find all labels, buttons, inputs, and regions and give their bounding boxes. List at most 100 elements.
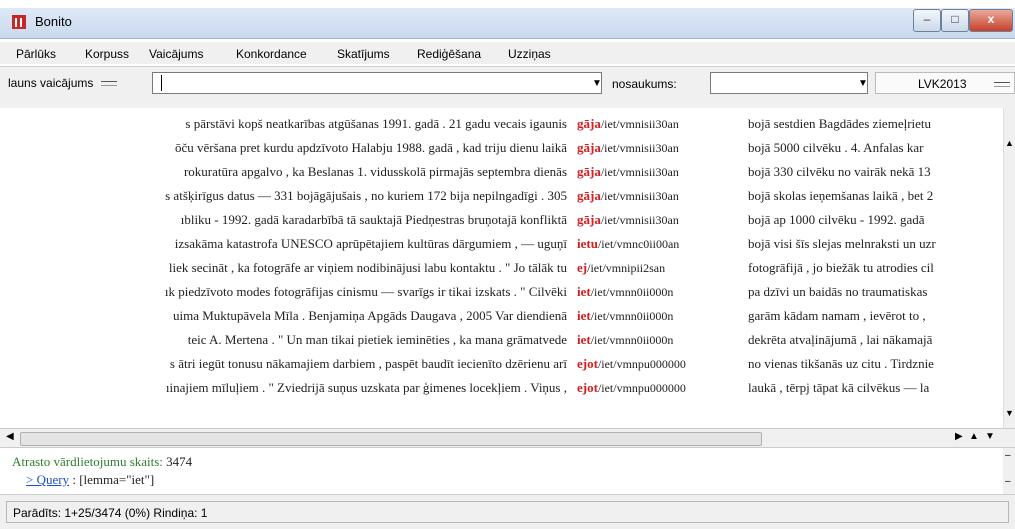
menu-konkordance[interactable]: Konkordance — [236, 47, 307, 61]
corpus-label: LVK2013 — [918, 77, 967, 91]
right-context: no vienas tikšanās uz citu . Tirdznie — [748, 356, 934, 371]
menu-parluks[interactable]: Pārlūks — [16, 47, 56, 61]
keyword[interactable]: gāja — [577, 140, 601, 155]
scroll-left-arrow-icon[interactable]: ◀ — [6, 431, 14, 442]
right-context: pa dzīvi un baidās no traumatiskas — [748, 284, 928, 299]
right-context: bojā visi šīs slejas melnraksti un uzr — [748, 236, 936, 251]
page-right-icon[interactable]: ▶ — [955, 431, 963, 442]
keyword-cell[interactable]: ej/iet/vmnipii2san — [577, 260, 665, 276]
bonito-app-icon — [12, 15, 26, 29]
maximize-icon[interactable]: □ — [941, 9, 969, 32]
keyword-cell[interactable]: gāja/iet/vmnisii30an — [577, 116, 679, 132]
keyword-tag: /iet/vmnisii30an — [600, 213, 679, 227]
keyword[interactable]: gāja — [577, 164, 601, 179]
keyword-tag: /iet/vmnn0ii000n — [590, 333, 674, 347]
query-type-selector[interactable]: launs vaicājums — [8, 76, 117, 90]
keyword[interactable]: gāja — [577, 188, 601, 203]
menu-korpuss[interactable]: Korpuss — [85, 47, 129, 61]
menu-vaicajums[interactable]: Vaicājums — [149, 47, 203, 61]
title-bar — [0, 8, 1015, 39]
left-context: s pārstāvi kopš neatkarības atgūšanas 19… — [185, 116, 567, 131]
scroll-up-arrow-icon[interactable]: ▲ — [1005, 138, 1014, 148]
concordance-horizontal-scrollbar[interactable]: ◀ ▶ ▲ ▼ — [0, 428, 1015, 448]
corpus-dropdown-icon — [994, 82, 1010, 87]
left-context: teic A. Mertena . " Un man tikai pietiek… — [187, 332, 567, 347]
keyword[interactable]: ejot — [577, 380, 598, 395]
concordance-row[interactable]: ık piedzīvoto modes fotogrāfijas cinismu… — [0, 282, 1003, 304]
query-input[interactable] — [152, 72, 602, 94]
right-context: bojā ap 1000 cilvēku - 1992. gadā — [748, 212, 925, 227]
keyword[interactable]: gāja — [577, 116, 601, 131]
concordance-row[interactable]: rokuratūra apgalvo , ka Beslanas 1. vidu… — [0, 162, 1003, 184]
right-context: laukā , tērpj tāpat kā cilvēkus — la — [748, 380, 930, 395]
name-input[interactable] — [710, 72, 868, 94]
right-context: bojā skolas ieņemšanas laikā , bet 2 — [748, 188, 934, 203]
concordance-vertical-scrollbar[interactable]: ▲ ▼ — [1003, 108, 1015, 428]
keyword[interactable]: iet — [577, 308, 591, 323]
menu-skatijums[interactable]: Skatījums — [337, 47, 390, 61]
keyword-cell[interactable]: gāja/iet/vmnisii30an — [577, 164, 679, 180]
concordance-row[interactable]: ıinajiem mīluļiem . " Zviedrijā suņus uz… — [0, 378, 1003, 400]
concordance-row[interactable]: s ātri iegūt tonusu nākamajiem darbiem ,… — [0, 354, 1003, 376]
keyword-cell[interactable]: iet/iet/vmnn0ii000n — [577, 284, 673, 300]
keyword[interactable]: iet — [577, 284, 591, 299]
corpus-selector[interactable]: LVK2013 — [875, 72, 1015, 94]
keyword-cell[interactable]: gāja/iet/vmnisii30an — [577, 212, 679, 228]
concordance-row[interactable]: s pārstāvi kopš neatkarības atgūšanas 19… — [0, 114, 1003, 136]
query-text: : [lemma="iet"] — [72, 472, 155, 487]
minimize-icon[interactable]: – — [913, 9, 941, 32]
keyword-cell[interactable]: gāja/iet/vmnisii30an — [577, 140, 679, 156]
keyword-tag: /iet/vmnc0ii00an — [597, 237, 680, 251]
text-caret — [161, 75, 162, 91]
concordance-row[interactable]: s atšķirīgus datus — 331 bojāgājušais , … — [0, 186, 1003, 208]
info-scrollbar[interactable]: – – — [1003, 448, 1015, 494]
concordance-row[interactable]: liek secināt , ka fotogrāfe ar viņiem no… — [0, 258, 1003, 280]
keyword-cell[interactable]: ejot/iet/vmnpu000000 — [577, 356, 686, 372]
keyword-tag: /iet/vmnisii30an — [600, 117, 679, 131]
keyword-cell[interactable]: iet/iet/vmnn0ii000n — [577, 308, 673, 324]
left-context: ık piedzīvoto modes fotogrāfijas cinismu… — [164, 284, 567, 299]
right-context: bojā sestdien Bagdādes ziemeļrietu — [748, 116, 932, 131]
info-scroll-down-icon[interactable]: – — [1005, 476, 1011, 487]
menu-uzzinas[interactable]: Uzziņas — [508, 47, 551, 61]
status-bar: Parādīts: 1+25/3474 (0%) Rindiņa: 1 — [0, 494, 1015, 529]
status-text: Parādīts: 1+25/3474 (0%) Rindiņa: 1 — [13, 506, 208, 520]
query-history-dropdown-icon[interactable]: ▼ — [592, 78, 602, 89]
status-box: Parādīts: 1+25/3474 (0%) Rindiņa: 1 — [6, 501, 1009, 523]
concordance-row[interactable]: uima Muktupāvela Mīla . Benjamiņa Apgāds… — [0, 306, 1003, 328]
name-dropdown-icon[interactable]: ▼ — [858, 78, 868, 89]
keyword[interactable]: gāja — [577, 212, 601, 227]
keyword[interactable]: ejot — [577, 356, 598, 371]
left-context: izsakāma katastrofa UNESCO aprūpētajiem … — [174, 236, 567, 251]
left-context: liek secināt , ka fotogrāfe ar viņiem no… — [168, 260, 567, 275]
result-count-value: 3474 — [166, 454, 193, 469]
query-type-label: launs vaicājums — [8, 76, 94, 90]
left-context: s ātri iegūt tonusu nākamajiem darbiem ,… — [169, 356, 567, 371]
left-context: uima Muktupāvela Mīla . Benjamiņa Apgāds… — [173, 308, 567, 323]
keyword[interactable]: ietu — [577, 236, 598, 251]
right-context: bojā 5000 cilvēku . 4. Anfalas kar — [748, 140, 924, 155]
menu-redigesana[interactable]: Rediģēšana — [417, 47, 481, 61]
info-scroll-up-icon[interactable]: – — [1005, 450, 1011, 461]
query-link[interactable]: > Query — [26, 472, 69, 487]
concordance-row[interactable]: teic A. Mertena . " Un man tikai pietiek… — [0, 330, 1003, 352]
keyword-cell[interactable]: ietu/iet/vmnc0ii00an — [577, 236, 679, 252]
keyword-tag: /iet/vmnipii2san — [587, 261, 666, 275]
keyword-cell[interactable]: ejot/iet/vmnpu000000 — [577, 380, 686, 396]
horizontal-scroll-thumb[interactable] — [20, 432, 762, 446]
scroll-down-arrow-icon[interactable]: ▼ — [1005, 408, 1014, 418]
left-context: ıinajiem mīluļiem . " Zviedrijā suņus uz… — [165, 380, 567, 395]
page-down-icon[interactable]: ▼ — [985, 431, 995, 442]
concordance-row[interactable]: ıbliku - 1992. gadā karadarbībā tā saukt… — [0, 210, 1003, 232]
concordance-row[interactable]: izsakāma katastrofa UNESCO aprūpētajiem … — [0, 234, 1003, 256]
keyword-cell[interactable]: iet/iet/vmnn0ii000n — [577, 332, 673, 348]
close-icon[interactable]: x — [969, 9, 1013, 32]
concordance-row[interactable]: ōču vēršana pret kurdu apdzīvoto Halabju… — [0, 138, 1003, 160]
concordance-list[interactable]: s pārstāvi kopš neatkarības atgūšanas 19… — [0, 108, 1003, 428]
keyword-tag: /iet/vmnisii30an — [600, 141, 679, 155]
keyword[interactable]: ej — [577, 260, 587, 275]
left-context: rokuratūra apgalvo , ka Beslanas 1. vidu… — [183, 164, 567, 179]
page-up-icon[interactable]: ▲ — [969, 431, 979, 442]
keyword-cell[interactable]: gāja/iet/vmnisii30an — [577, 188, 679, 204]
keyword[interactable]: iet — [577, 332, 591, 347]
